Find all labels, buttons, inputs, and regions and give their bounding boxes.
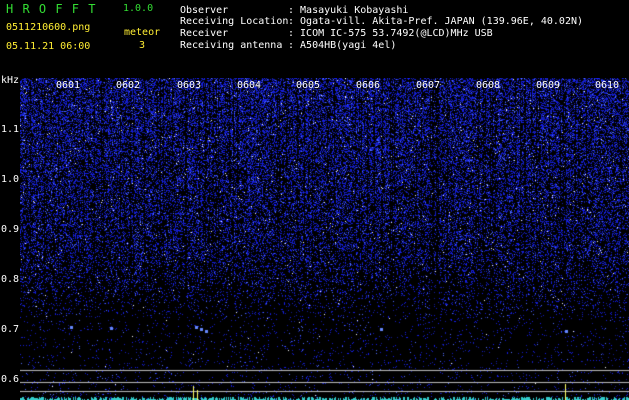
y-tick-0-9: 0.9 [1,224,20,235]
info-value-receiver: : ICOM IC-575 53.7492(@LCD)MHz USB [288,28,493,39]
time-label-0603: 0603 [177,80,202,91]
info-label-receiver: Receiver [180,28,229,39]
time-label-0606: 0606 [356,80,381,91]
info-label-observer: Observer [180,5,229,16]
time-label-0605: 0605 [296,80,321,91]
info-label-antenna: Receiving antenna [180,40,283,51]
y-tick-1-1: 1.1 [1,124,20,135]
time-label-0609: 0609 [536,80,561,91]
info-value-location: : Ogata-vill. Akita-Pref. JAPAN (139.96E… [288,16,584,27]
y-axis-unit: kHz [1,75,20,86]
info-label-location: Receiving Location [180,16,289,27]
app-version: 1.0.0 [123,3,154,14]
time-label-0610: 0610 [595,80,620,91]
info-value-observer: : Masayuki Kobayashi [288,5,409,16]
meteor-label: meteor [124,27,161,38]
time-label-0602: 0602 [116,80,141,91]
y-tick-0-6: 0.6 [1,374,20,385]
time-label-0608: 0608 [476,80,501,91]
time-label-0607: 0607 [416,80,441,91]
y-tick-0-7: 0.7 [1,324,20,335]
y-tick-1-0: 1.0 [1,174,20,185]
app-title: H R O F F T [6,2,97,16]
time-label-0601: 0601 [56,80,81,91]
meteor-count: 3 [139,40,146,51]
info-value-antenna: : A504HB(yagi 4el) [288,40,397,51]
spectrogram-canvas [20,78,629,400]
y-tick-0-8: 0.8 [1,274,20,285]
time-label-0604: 0604 [237,80,262,91]
filename: 0511210600.png [6,22,91,33]
datetime: 05.11.21 06:00 [6,41,91,52]
